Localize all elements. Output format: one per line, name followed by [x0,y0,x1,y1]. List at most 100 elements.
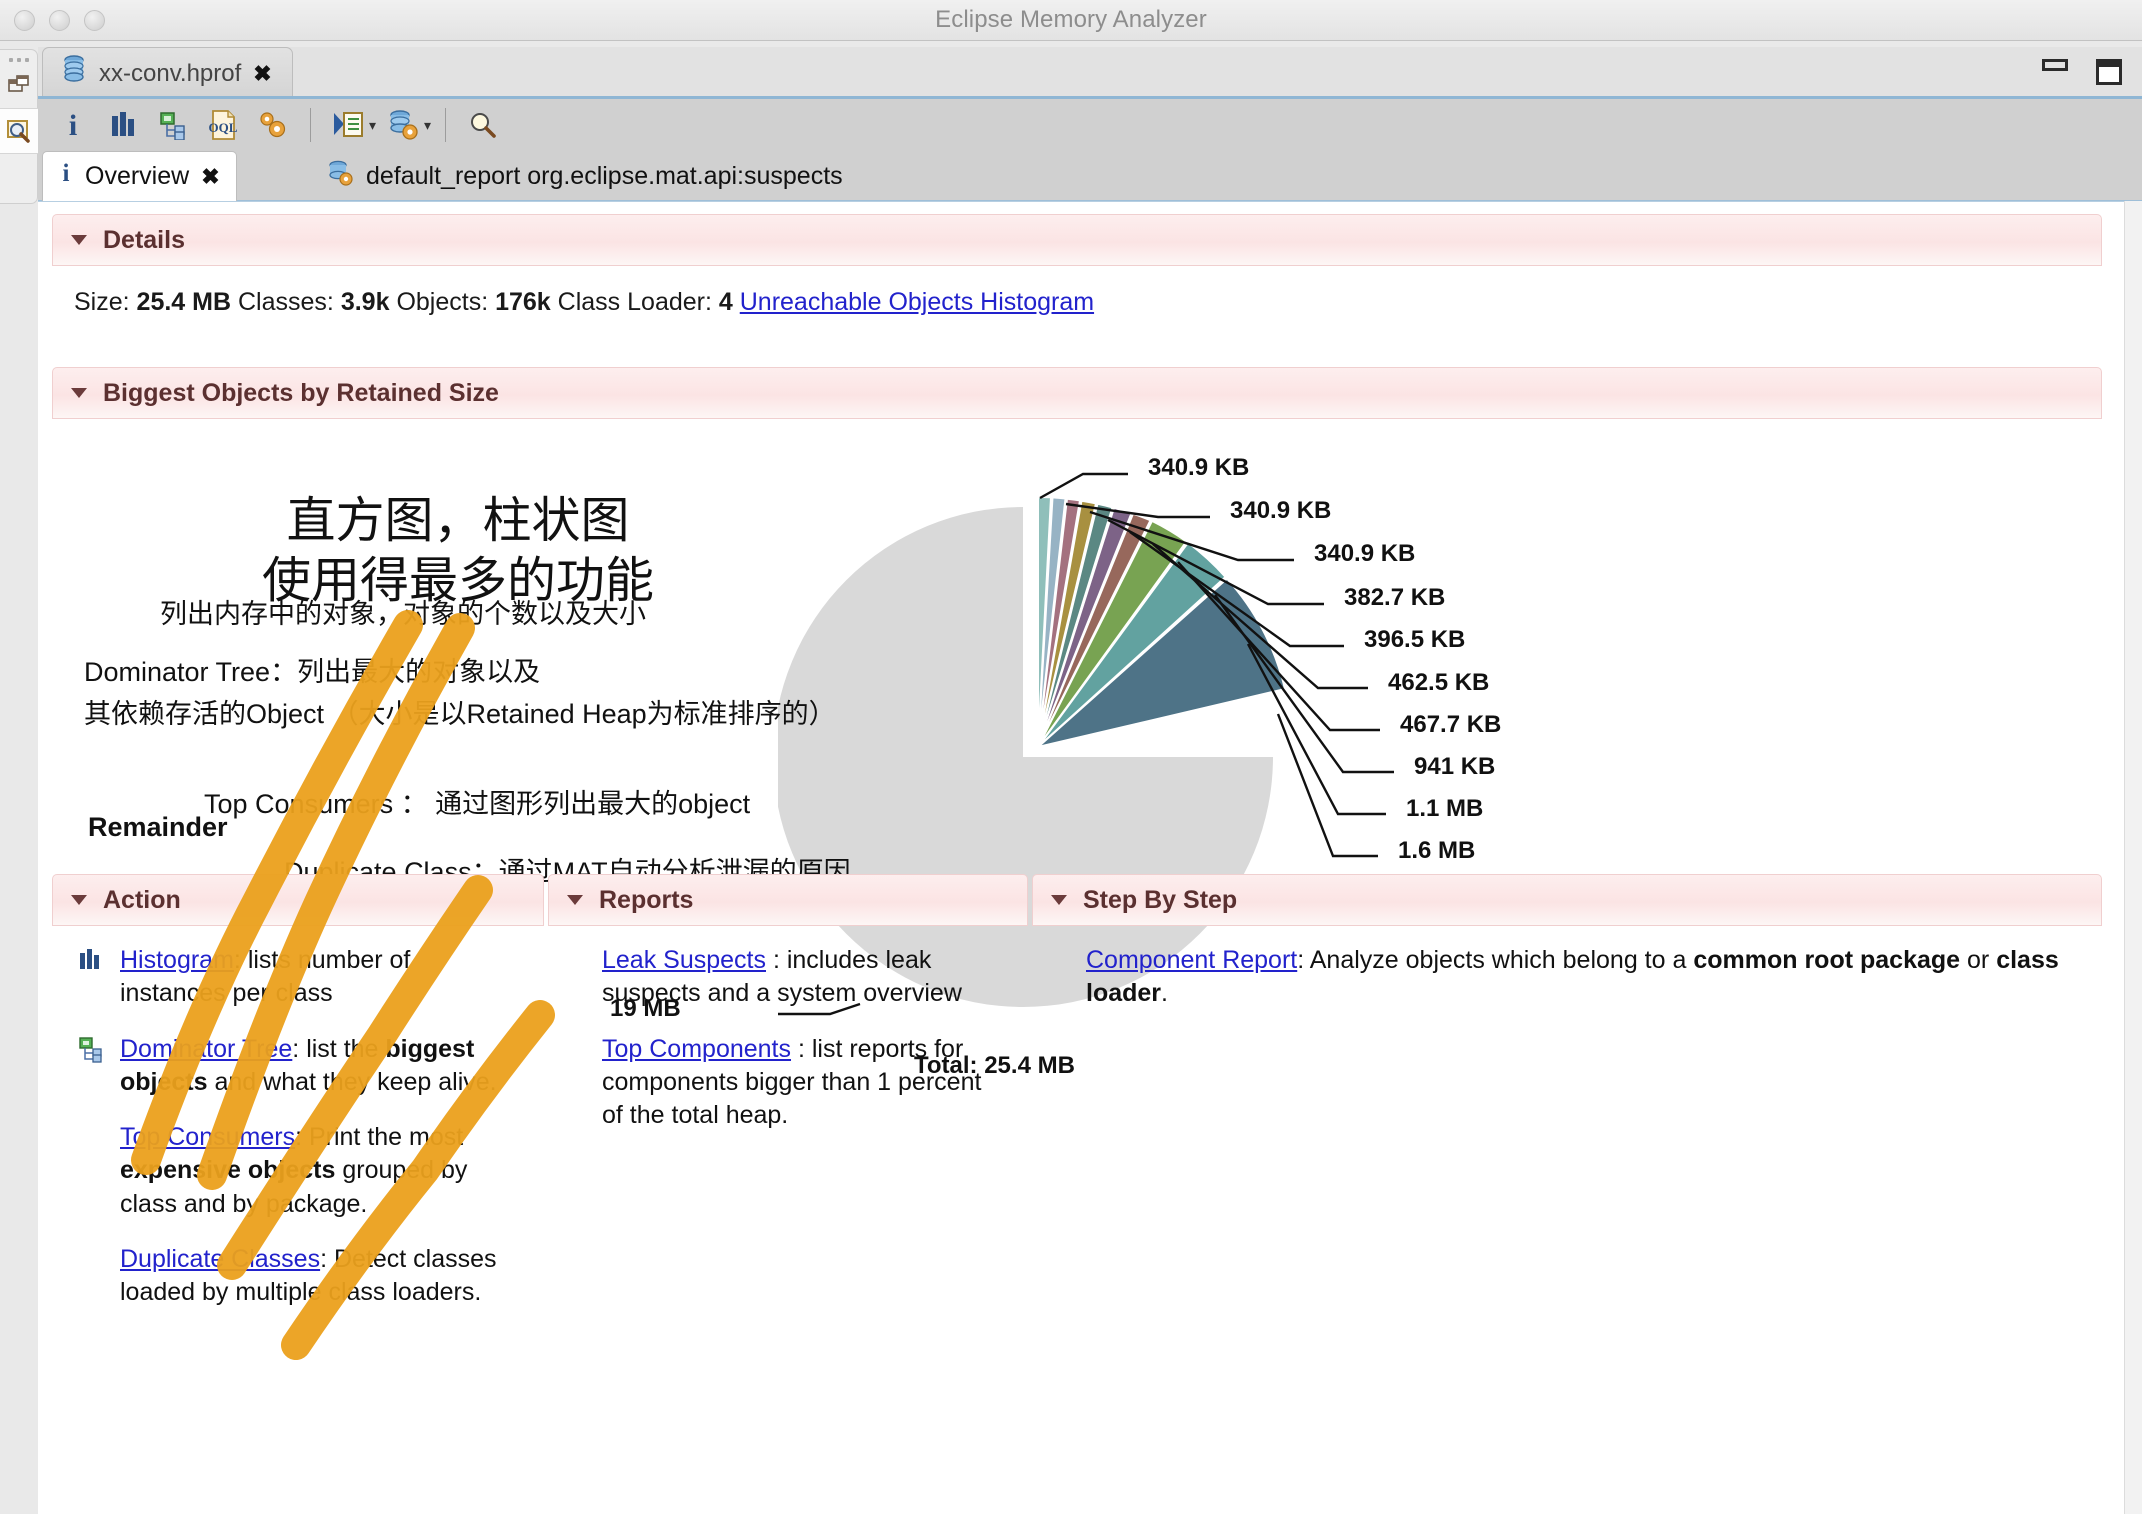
editor-tab-label: xx-conv.hprof [99,59,242,87]
maximize-part-button[interactable] [2096,59,2122,85]
biggest-objects-header-label: Biggest Objects by Retained Size [103,378,499,407]
top-consumers-bold: expensive objects [120,1156,336,1185]
pie-label-9: 1.1 MB [1406,795,1484,822]
run-expert-system-test-button[interactable] [325,103,371,147]
classes-value: 3.9k [340,288,390,316]
eclipse-shell: xx-conv.hprof ✖ i OQL ▾ ▾ i Overview ✖ d… [0,41,2142,1514]
minimize-part-button[interactable] [2042,59,2068,71]
collapse-triangle-icon[interactable] [71,895,87,905]
collapse-triangle-icon[interactable] [71,388,87,398]
query-browser-button[interactable] [250,103,296,147]
close-icon[interactable]: ✖ [253,61,271,87]
spacer-icon-2 [78,1243,106,1310]
annotation-dominator-tree-2: 其依赖存活的Object （大小是以Retained Heap为标准排序的） [84,699,836,729]
duplicate-classes-link[interactable]: Duplicate Classes [120,1245,320,1273]
reports-header-label: Reports [599,885,694,914]
annotation-top-consumers: Top Consumers ： 通过图形列出最大的object [204,789,751,819]
spacer-icon [78,1121,106,1221]
dominator-tree-desc: : list the [292,1034,386,1063]
window-title: Eclipse Memory Analyzer [935,6,1207,33]
histogram-icon [78,944,106,1011]
close-icon[interactable]: ✖ [201,164,219,190]
details-section-header[interactable]: Details [52,214,2102,266]
action-item-duplicate-classes: Duplicate Classes: Detect classes loaded… [78,1243,520,1310]
pie-label-10: 1.6 MB [1398,837,1476,864]
editor-window-buttons [2042,59,2122,85]
pie-label-4: 382.7 KB [1344,584,1446,611]
svg-text:i: i [63,160,70,186]
overview-info-button[interactable]: i [50,103,96,147]
annotation-subtitle: 列出内存中的对象，对象的个数以及大小 [160,599,646,629]
top-consumers-link[interactable]: Top Consumers [120,1123,295,1151]
details-body: Size: 25.4 MB Classes: 3.9k Objects: 176… [52,266,2102,317]
info-icon: i [59,160,73,193]
editor-area: xx-conv.hprof ✖ i OQL ▾ ▾ i Overview ✖ d… [38,41,2142,1514]
restore-perspective-icon[interactable] [0,62,38,108]
annotation-dominator-tree: Dominator Tree：列出最大的对象以及 [84,657,541,687]
pie-label-2: 340.9 KB [1230,497,1332,524]
component-report-desc2: or [1960,946,1997,974]
histogram-button[interactable] [100,103,146,147]
component-report-desc: : Analyze objects which belong to a [1297,946,1694,974]
view-tab-bar: i Overview ✖ default_report org.eclipse.… [38,151,2142,201]
editor-tab-heap-dump[interactable]: xx-conv.hprof ✖ [42,47,293,99]
pie-label-6: 462.5 KB [1388,669,1490,696]
heap-dump-icon [61,55,87,92]
dominator-tree-desc2: and what they keep alive. [207,1067,497,1096]
step-item-component-report: Component Report: Analyze objects which … [1086,944,2078,1011]
histogram-link[interactable]: Histogram [120,946,234,974]
overview-canvas: Details Size: 25.4 MB Classes: 3.9k Obje… [38,201,2142,1514]
pie-label-3: 340.9 KB [1314,540,1416,567]
reports-item-top-components: Top Components : list reports for compon… [602,1033,1004,1133]
dominator-tree-icon [78,1033,106,1100]
classes-label: Classes: [237,288,334,316]
classloader-value: 4 [718,288,733,316]
component-report-bold: common root package [1693,946,1961,974]
action-item-histogram: Histogram: lists number of instances per… [78,944,520,1011]
top-components-link[interactable]: Top Components [602,1035,791,1063]
collapse-triangle-icon[interactable] [71,235,87,245]
chevron-down-icon[interactable]: ▾ [369,117,376,134]
action-item-top-consumers: Top Consumers: Print the most expensive … [78,1121,520,1221]
editor-tab-strip: xx-conv.hprof ✖ [38,47,2142,99]
component-report-link[interactable]: Component Report [1086,946,1297,974]
pie-label-1: 340.9 KB [1148,454,1250,481]
collapse-triangle-icon[interactable] [567,895,583,905]
size-label: Size: [74,288,130,316]
rail-grip[interactable] [0,50,37,62]
action-panel: Action Histogram: lists number of instan… [52,874,544,1306]
heap-dump-search-icon[interactable] [0,108,38,154]
reports-panel-header[interactable]: Reports [548,874,1028,926]
vertical-scrollbar[interactable] [2124,201,2142,1514]
tab-default-report[interactable]: default_report org.eclipse.mat.api:suspe… [310,151,859,201]
step-by-step-panel-header[interactable]: Step By Step [1032,874,2102,926]
step-by-step-panel-body: Component Report: Analyze objects which … [1032,926,2102,1011]
action-panel-header[interactable]: Action [52,874,544,926]
unreachable-objects-histogram-link[interactable]: Unreachable Objects Histogram [740,288,1094,316]
tab-overview[interactable]: i Overview ✖ [42,151,237,201]
leak-suspects-link[interactable]: Leak Suspects [602,946,766,974]
biggest-objects-section-header[interactable]: Biggest Objects by Retained Size [52,367,2102,419]
pie-label-8: 941 KB [1414,753,1496,780]
classloader-label: Class Loader: [557,288,712,316]
open-heap-dump-button[interactable] [380,103,426,147]
find-button[interactable] [460,103,506,147]
pie-label-5: 396.5 KB [1364,626,1466,653]
step-by-step-header-label: Step By Step [1083,885,1238,914]
details-header-label: Details [103,225,185,254]
oql-button[interactable]: OQL [200,103,246,147]
dominator-tree-link[interactable]: Dominator Tree [120,1035,292,1063]
action-panel-body: Histogram: lists number of instances per… [52,926,544,1309]
window-titlebar: Eclipse Memory Analyzer [0,0,2142,41]
collapse-triangle-icon[interactable] [1051,895,1067,905]
fast-view-rail [0,49,38,204]
step-by-step-panel: Step By Step Component Report: Analyze o… [1032,874,2102,1174]
action-header-label: Action [103,885,181,914]
dominator-tree-button[interactable] [150,103,196,147]
report-icon [326,159,354,194]
chevron-down-icon-2[interactable]: ▾ [424,117,431,134]
reports-item-leak-suspects: Leak Suspects : includes leak suspects a… [602,944,1004,1011]
pie-label-7: 467.7 KB [1400,711,1502,738]
details-section: Details Size: 25.4 MB Classes: 3.9k Obje… [52,214,2102,317]
top-consumers-desc: : Print the most [295,1123,464,1151]
